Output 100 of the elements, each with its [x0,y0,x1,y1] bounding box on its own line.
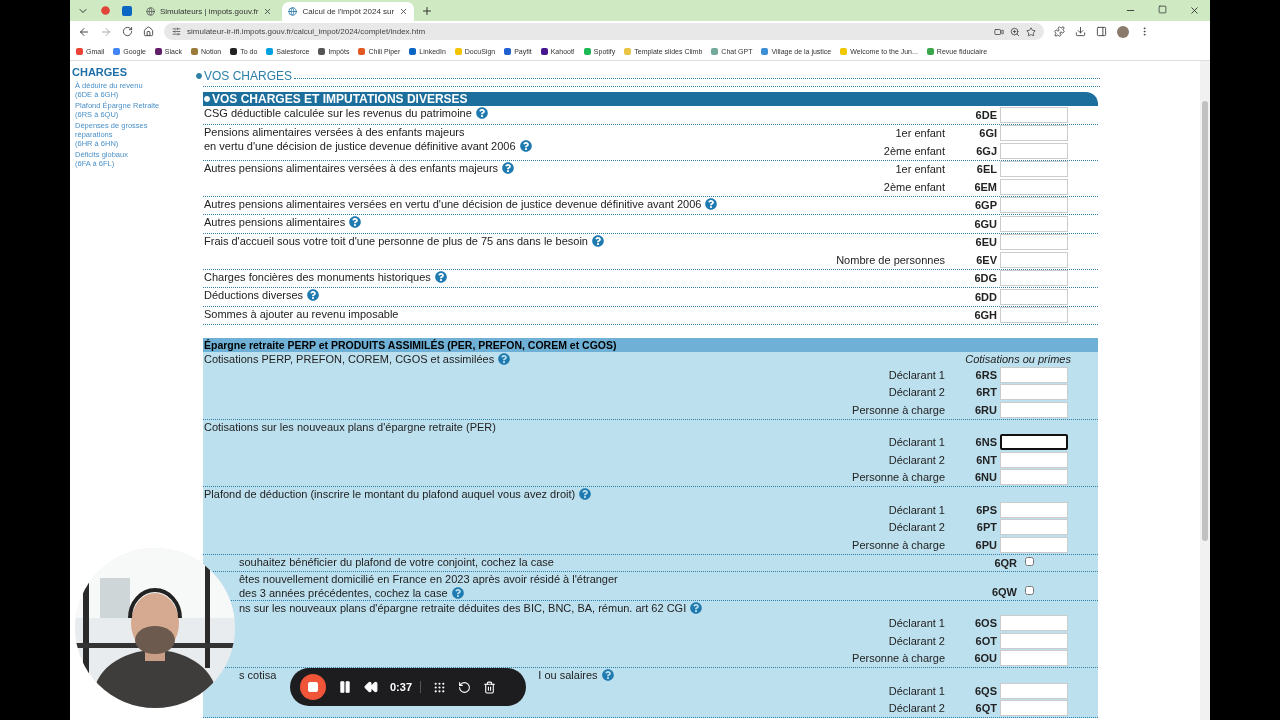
new-tab-icon[interactable] [421,4,434,17]
box-code: 6OT [974,634,998,647]
section-header: Épargne retraite PERP et PRODUITS ASSIMILÉS (PER, PREFON, COREM et CGOS) [203,338,1098,352]
close-icon[interactable] [263,7,273,16]
field-description: Déductions diverses [204,288,304,302]
help-icon[interactable] [434,270,447,283]
box-code: 6OS [974,617,998,630]
field-description: Autres pensions alimentaires versées à des enfants majeurs [204,160,499,175]
help-icon[interactable] [502,161,515,174]
avatar-icon[interactable] [1117,25,1129,38]
box-code: 6QT [974,702,998,715]
record-icon[interactable] [100,6,110,15]
field-description: Plafond de déduction (inscrire le montant du plafond auquel vous avez droit) [204,487,576,501]
back-icon[interactable] [78,25,90,38]
box-code: 6GH [973,309,998,322]
linkedin-icon [122,5,132,16]
bookmark-star-icon[interactable] [1026,26,1036,37]
field-description: des 3 années précédentes, cochez la case [239,585,448,600]
help-icon[interactable] [705,197,718,210]
field-label: Déclarant 2 [888,521,945,534]
camera-icon[interactable] [994,26,1004,37]
amount-field[interactable] [1000,434,1068,451]
field-label: Déclarant 1 [888,684,945,697]
box-code: 6QS [974,684,998,697]
field-label: Déclarant 1 [888,368,945,381]
checkbox[interactable] [1025,557,1034,566]
field-label: Déclarant 1 [888,436,945,449]
box-code: 6EM [973,180,998,193]
globe-icon [288,7,298,16]
help-icon[interactable] [349,216,362,228]
field-description: Cotisations sur les nouveaux plans d'épargne retraite (PER) [204,419,496,434]
maximize-icon[interactable] [1158,5,1167,14]
field-label: Personne à charge [852,652,945,665]
field-description: I ou salaires [538,668,598,682]
field-description: CSG déductible calculée sur les revenus du patrimoine [204,106,472,120]
help-icon[interactable] [498,353,511,365]
box-code: 6QW [990,585,1018,598]
box-code: 6GU [973,217,998,230]
field-label: Personne à charge [852,538,945,551]
field-label: Personne à charge [852,471,945,484]
box-code: 6EV [975,253,998,266]
field-label: Déclarant 2 [888,453,945,466]
field-description: s cotisa [239,668,277,682]
address-bar[interactable]: simulateur-ir-ifi.impots.gouv.fr/calcul_impot/2024/complet/index.htm [164,23,1044,40]
pause-icon[interactable] [338,680,352,694]
bullet-icon [204,96,210,102]
help-icon[interactable] [519,139,532,152]
field-description: Autres pensions alimentaires [204,215,346,229]
field-label: Déclarant 1 [888,617,945,630]
field-label: 1er enfant [895,163,945,176]
stop-button[interactable] [300,674,326,700]
box-code: 6DD [974,290,998,303]
field-label: 1er enfant [895,127,945,140]
rewind-icon[interactable] [364,680,378,694]
help-icon[interactable] [307,289,320,301]
box-code: 6GJ [975,144,998,157]
field-label: Déclarant 2 [888,634,945,647]
box-code: 6PT [975,521,998,534]
reload-icon[interactable] [122,26,133,37]
field-description: souhaitez bénéficier du plafond de votre conjoint, cochez la case [239,554,554,569]
grip-icon[interactable] [433,680,447,694]
home-icon[interactable] [143,26,154,37]
column-header: Cotisations ou primes [965,352,1071,366]
zoom-icon[interactable] [1010,26,1020,37]
help-icon[interactable] [601,669,614,681]
field-label: Déclarant 2 [888,386,945,399]
field-description: Pensions alimentaires versées à des enfants majeurs [204,124,465,139]
box-code: 6DG [973,272,998,285]
help-icon[interactable] [451,586,464,599]
restart-icon[interactable] [458,680,472,694]
box-code: 6RU [974,403,998,416]
extensions-icon[interactable] [1054,26,1065,37]
sidebar-title: CHARGES [72,66,128,78]
help-icon[interactable] [475,107,488,119]
box-code: 6EL [975,163,998,176]
delete-icon[interactable] [483,680,497,694]
box-code: 6RS [974,368,998,381]
field-description: Cotisations PERP, PREFON, COREM, CGOS et assimilées [204,352,495,366]
browser-tab[interactable]: Simulateurs | impots.gouv.fr [140,2,279,21]
field-label: Personne à charge [852,403,945,416]
box-code: 6RT [975,386,998,399]
close-icon[interactable] [1189,5,1200,16]
help-icon[interactable] [690,601,703,614]
close-icon[interactable] [399,7,409,16]
box-code: 6GP [974,199,998,212]
help-icon[interactable] [579,488,592,500]
download-icon[interactable] [1075,26,1086,37]
scrollbar[interactable] [1200,61,1210,720]
recording-time: 0:37 [390,681,422,693]
side-panel-icon[interactable] [1096,26,1107,37]
field-description: Autres pensions alimentaires versées en vertu d'une décision de justice devenue définitive avant 2006 [204,196,702,211]
field-label: Déclarant 1 [888,503,945,516]
globe-icon [146,7,155,16]
bullet-icon [196,72,202,79]
field-label: Nombre de personnes [836,253,945,266]
site-settings-icon[interactable] [172,27,181,36]
checkbox[interactable] [1025,586,1034,595]
field-label: 2ème enfant [883,144,945,157]
help-icon[interactable] [591,234,604,247]
browser-tab[interactable]: Calcul de l'impôt 2024 sur [282,2,415,21]
